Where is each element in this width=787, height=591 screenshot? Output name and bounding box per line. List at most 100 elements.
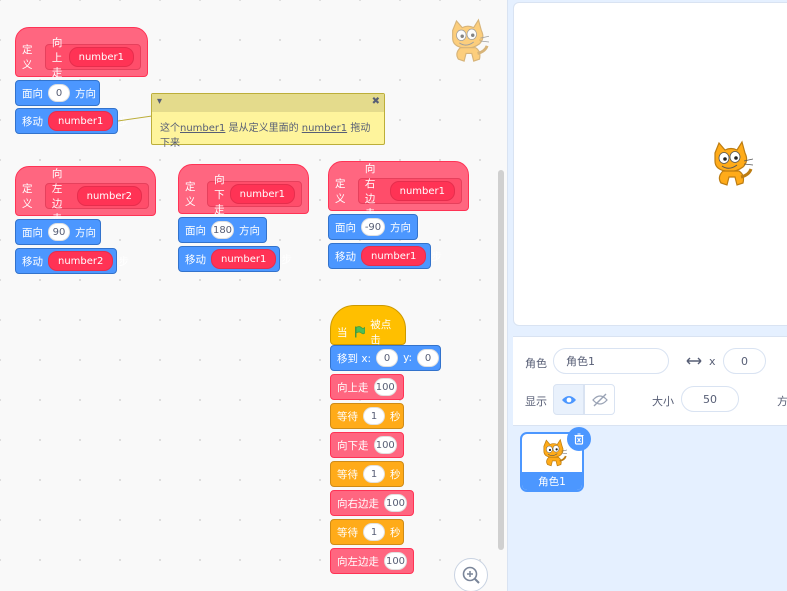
steps-reporter-number2[interactable]: number2 bbox=[48, 251, 114, 271]
x-input[interactable]: 0 bbox=[376, 349, 399, 367]
seconds-label: 秒 bbox=[390, 468, 401, 481]
move-right-prototype[interactable]: 向右边走 number1 bbox=[357, 163, 462, 220]
direction-label: 方向 bbox=[239, 224, 260, 237]
comment-connector-line bbox=[117, 115, 153, 122]
show-button[interactable] bbox=[553, 384, 584, 415]
proc-name: 向右边走 bbox=[364, 163, 376, 220]
point-in-direction-block[interactable]: 面向 -90 方向 bbox=[328, 214, 418, 240]
goto-xy-block[interactable]: 移到 x: 0 y: 0 bbox=[330, 345, 441, 371]
clicked-label: 被点击 bbox=[370, 319, 392, 346]
direction-label: 方 bbox=[777, 395, 787, 408]
wait-block[interactable]: 等待 1 秒 bbox=[330, 403, 404, 429]
delete-sprite-button[interactable] bbox=[567, 427, 591, 451]
move-steps-block[interactable]: 移动 number1 步 bbox=[328, 243, 442, 269]
move-steps-block[interactable]: 移动 number2 步 bbox=[15, 248, 129, 274]
y-label: y: bbox=[403, 352, 413, 364]
steps-label: 步 bbox=[118, 255, 129, 268]
proc-call-label: 向右边走 bbox=[337, 497, 379, 510]
wait-input[interactable]: 1 bbox=[363, 523, 385, 541]
workspace-comment[interactable]: ▾ ✖ 这个number1 是从定义里面的 number1 拖动下来 bbox=[151, 93, 385, 149]
direction-label: 方向 bbox=[75, 226, 96, 239]
when-flag-clicked-block[interactable]: 当 被点击 bbox=[330, 305, 406, 346]
eye-slash-icon bbox=[591, 393, 608, 406]
comment-ref-1: number1 bbox=[180, 123, 226, 134]
close-icon[interactable]: ✖ bbox=[372, 96, 380, 107]
wait-block[interactable]: 等待 1 秒 bbox=[330, 519, 404, 545]
define-label: 定义 bbox=[185, 181, 196, 208]
point-in-direction-block[interactable]: 面向 90 方向 bbox=[15, 219, 101, 245]
steps-input[interactable]: 100 bbox=[373, 436, 397, 454]
seconds-label: 秒 bbox=[390, 410, 401, 423]
proc-call-label: 向左边走 bbox=[337, 555, 379, 568]
x-input[interactable]: 0 bbox=[723, 348, 766, 374]
direction-input[interactable]: 90 bbox=[48, 223, 70, 241]
param-number1[interactable]: number1 bbox=[389, 181, 455, 201]
when-label: 当 bbox=[337, 326, 348, 339]
point-label: 面向 bbox=[22, 226, 43, 239]
steps-input[interactable]: 100 bbox=[373, 378, 397, 396]
define-label: 定义 bbox=[335, 178, 346, 205]
green-flag-icon bbox=[354, 326, 365, 338]
proc-name: 向下走 bbox=[214, 173, 225, 216]
sprite-name-input[interactable]: 角色1 bbox=[553, 348, 669, 374]
move-down-prototype[interactable]: 向下走 number1 bbox=[207, 174, 302, 216]
comment-text-mid: 是从定义里面的 bbox=[225, 123, 302, 134]
call-move-up-block[interactable]: 向上走 100 bbox=[330, 374, 404, 400]
zoom-in-icon bbox=[462, 566, 480, 584]
direction-label: 方向 bbox=[390, 221, 411, 234]
move-label: 移动 bbox=[185, 253, 206, 266]
move-steps-block[interactable]: 移动 number1 步 bbox=[178, 246, 292, 272]
param-number2[interactable]: number2 bbox=[76, 186, 142, 206]
point-label: 面向 bbox=[185, 224, 206, 237]
wait-label: 等待 bbox=[337, 526, 358, 539]
collapse-icon[interactable]: ▾ bbox=[157, 96, 162, 107]
comment-text[interactable]: 这个number1 是从定义里面的 number1 拖动下来 bbox=[152, 112, 384, 156]
cat-sprite-icon[interactable] bbox=[707, 140, 753, 188]
call-move-down-block[interactable]: 向下走 100 bbox=[330, 432, 404, 458]
move-label: 移动 bbox=[335, 250, 356, 263]
proc-call-label: 向下走 bbox=[337, 439, 369, 452]
sprite-name-label: 角色 bbox=[525, 357, 547, 370]
direction-input[interactable]: -90 bbox=[361, 218, 385, 236]
trash-icon bbox=[574, 433, 584, 445]
move-left-prototype[interactable]: 向左边走 number2 bbox=[44, 168, 149, 225]
steps-input[interactable]: 100 bbox=[384, 552, 407, 570]
seconds-label: 秒 bbox=[390, 526, 401, 539]
comment-text-prefix: 这个 bbox=[160, 123, 180, 134]
x-label: x bbox=[709, 355, 716, 368]
workspace-scrollbar[interactable] bbox=[498, 170, 504, 550]
comment-top-bar[interactable]: ▾ ✖ bbox=[152, 94, 384, 112]
move-label: 移动 bbox=[22, 255, 43, 268]
hide-button[interactable] bbox=[584, 384, 615, 415]
point-in-direction-block[interactable]: 面向 180 方向 bbox=[178, 217, 267, 243]
define-move-right-block[interactable]: 定义 向右边走 number1 bbox=[328, 161, 469, 220]
steps-label: 步 bbox=[281, 253, 292, 266]
goto-label: 移到 x: bbox=[337, 352, 372, 365]
wait-input[interactable]: 1 bbox=[363, 465, 385, 483]
cat-sprite-icon bbox=[542, 438, 567, 467]
wait-label: 等待 bbox=[337, 468, 358, 481]
sprite-thumb-name: 角色1 bbox=[522, 472, 582, 490]
param-number1[interactable]: number1 bbox=[229, 184, 295, 204]
comment-ref-2: number1 bbox=[301, 123, 348, 134]
steps-reporter-number1[interactable]: number1 bbox=[361, 246, 427, 266]
call-move-right-block[interactable]: 向右边走 100 bbox=[330, 490, 414, 516]
steps-label: 步 bbox=[431, 250, 442, 263]
size-label: 大小 bbox=[652, 395, 674, 408]
size-input[interactable]: 50 bbox=[681, 386, 739, 412]
steps-reporter-number1[interactable]: number1 bbox=[211, 249, 277, 269]
wait-block[interactable]: 等待 1 秒 bbox=[330, 461, 404, 487]
steps-input[interactable]: 100 bbox=[384, 494, 407, 512]
call-move-left-block[interactable]: 向左边走 100 bbox=[330, 548, 414, 574]
y-input[interactable]: 0 bbox=[417, 349, 440, 367]
define-move-left-block[interactable]: 定义 向左边走 number2 bbox=[15, 166, 156, 225]
wait-label: 等待 bbox=[337, 410, 358, 423]
define-move-down-block[interactable]: 定义 向下走 number1 bbox=[178, 164, 309, 216]
size-value: 50 bbox=[703, 392, 717, 406]
sprite-name-value: 角色1 bbox=[566, 355, 595, 368]
zoom-in-button[interactable] bbox=[454, 558, 488, 591]
wait-input[interactable]: 1 bbox=[363, 407, 385, 425]
code-workspace[interactable]: 定义 向上走 number1 面向 0 方向 移动 number1 步 ▾ ✖ … bbox=[0, 0, 508, 591]
point-label: 面向 bbox=[335, 221, 356, 234]
direction-input[interactable]: 180 bbox=[211, 221, 234, 239]
